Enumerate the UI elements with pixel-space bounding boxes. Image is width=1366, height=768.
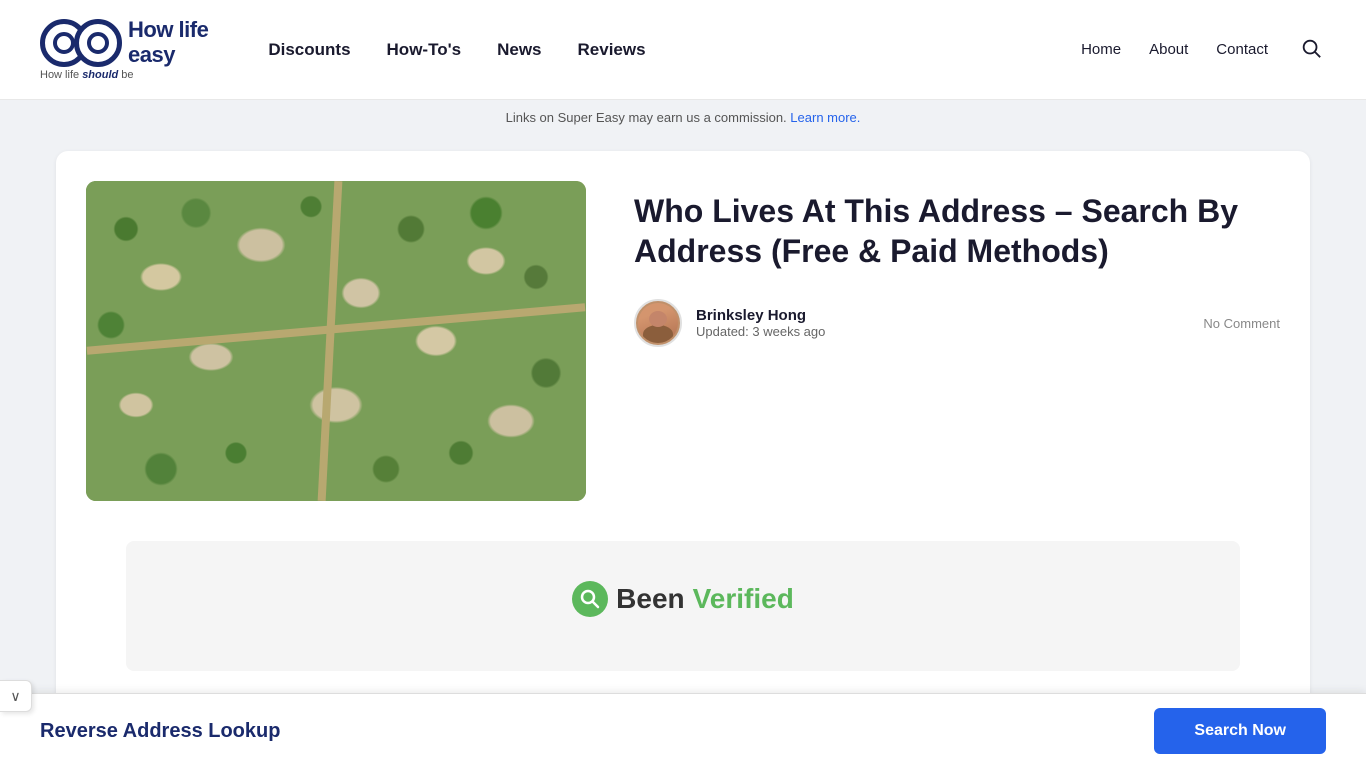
logo-circles bbox=[40, 19, 122, 67]
right-nav: Home About Contact bbox=[1081, 33, 1326, 66]
nav-howtos[interactable]: How-To's bbox=[387, 40, 462, 60]
hero-section: Who Lives At This Address – Search By Ad… bbox=[86, 181, 1280, 501]
logo[interactable]: How life easy How life should be bbox=[40, 18, 208, 80]
logo-tagline: How life should be bbox=[40, 69, 134, 81]
commission-bar: Links on Super Easy may earn us a commis… bbox=[0, 100, 1366, 135]
nav-news[interactable]: News bbox=[497, 40, 541, 60]
no-comment-label: No Comment bbox=[1203, 316, 1280, 331]
bottom-bar-title: Reverse Address Lookup bbox=[40, 720, 280, 743]
been-text: Been bbox=[616, 583, 684, 615]
article-card: Who Lives At This Address – Search By Ad… bbox=[56, 151, 1310, 711]
bottom-bar: Reverse Address Lookup Search Now bbox=[0, 693, 1366, 768]
logo-easy-label: easy bbox=[128, 43, 208, 67]
nav-reviews[interactable]: Reviews bbox=[578, 40, 646, 60]
author-name: Brinksley Hong bbox=[696, 307, 825, 324]
search-now-button[interactable]: Search Now bbox=[1154, 708, 1326, 754]
avatar bbox=[634, 299, 682, 347]
hero-image bbox=[86, 181, 586, 501]
main-nav: Discounts How-To's News Reviews bbox=[268, 40, 1081, 60]
logo-text: How life easy bbox=[128, 18, 208, 66]
main-content: Who Lives At This Address – Search By Ad… bbox=[28, 151, 1338, 711]
nav-discounts[interactable]: Discounts bbox=[268, 40, 350, 60]
been-verified-logo: Been Verified bbox=[572, 581, 794, 617]
logo-super-label: How life bbox=[128, 18, 208, 42]
nav-about[interactable]: About bbox=[1149, 41, 1188, 58]
collapse-button[interactable]: ∨ bbox=[0, 680, 32, 712]
author-details: Brinksley Hong Updated: 3 weeks ago bbox=[696, 307, 825, 339]
author-info: Brinksley Hong Updated: 3 weeks ago bbox=[634, 299, 825, 347]
author-row: Brinksley Hong Updated: 3 weeks ago No C… bbox=[634, 299, 1280, 347]
nav-contact[interactable]: Contact bbox=[1216, 41, 1268, 58]
site-header: How life easy How life should be Discoun… bbox=[0, 0, 1366, 100]
search-button[interactable] bbox=[1296, 33, 1326, 66]
verified-text: Verified bbox=[693, 583, 794, 615]
been-verified-section: Been Verified bbox=[126, 541, 1240, 671]
commission-text: Links on Super Easy may earn us a commis… bbox=[506, 110, 787, 125]
author-updated: Updated: 3 weeks ago bbox=[696, 324, 825, 339]
collapse-icon: ∨ bbox=[10, 688, 20, 705]
learn-more-link[interactable]: Learn more. bbox=[790, 110, 860, 125]
search-icon bbox=[1300, 37, 1322, 59]
nav-home[interactable]: Home bbox=[1081, 41, 1121, 58]
article-title: Who Lives At This Address – Search By Ad… bbox=[634, 191, 1280, 271]
been-verified-icon bbox=[572, 581, 608, 617]
hero-text: Who Lives At This Address – Search By Ad… bbox=[634, 181, 1280, 347]
